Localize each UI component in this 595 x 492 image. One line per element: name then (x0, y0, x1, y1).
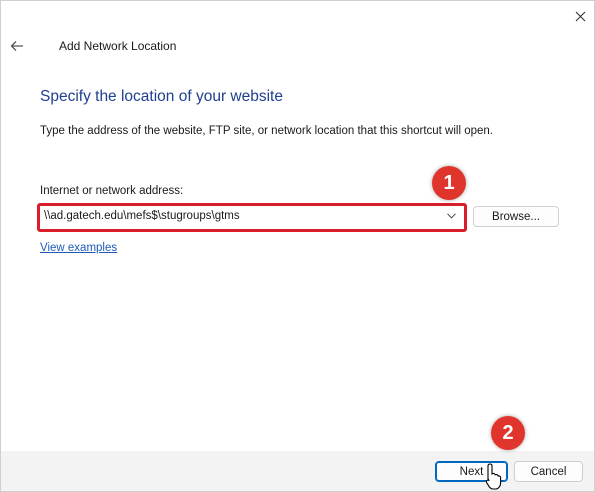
dialog-window: Add Network Location Specify the locatio… (0, 0, 595, 492)
address-combobox[interactable]: \\ad.gatech.edu\mefs$\stugroups\gtms (43, 207, 460, 225)
page-heading: Specify the location of your website (40, 88, 283, 105)
dialog-title: Add Network Location (59, 39, 177, 53)
arrow-left-icon (10, 41, 23, 51)
view-examples-link[interactable]: View examples (40, 242, 117, 254)
address-field-label: Internet or network address: (40, 185, 184, 197)
instruction-text: Type the address of the website, FTP sit… (40, 125, 493, 137)
back-button[interactable] (7, 37, 27, 55)
close-button[interactable] (567, 5, 593, 27)
step-1-badge: 1 (432, 166, 466, 200)
address-input[interactable]: \\ad.gatech.edu\mefs$\stugroups\gtms (43, 210, 444, 222)
browse-button[interactable]: Browse... (473, 206, 559, 227)
dropdown-button[interactable] (444, 209, 458, 223)
cancel-button[interactable]: Cancel (514, 461, 583, 482)
mouse-pointer-icon (486, 463, 502, 490)
close-icon (575, 11, 585, 21)
chevron-down-icon (446, 213, 456, 219)
step-2-badge: 2 (491, 416, 525, 450)
